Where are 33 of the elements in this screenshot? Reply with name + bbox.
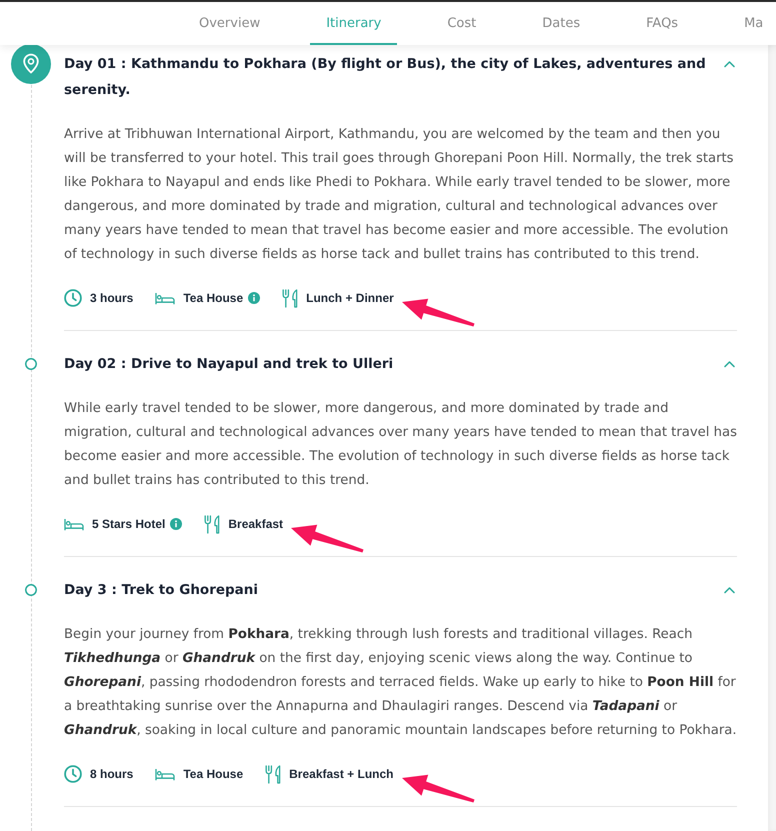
nav-tab[interactable]: Itinerary	[310, 2, 398, 45]
day-description: Begin your journey from Pokhara, trekking through lush forests and traditional villages. Reach Tikhedhunga or Ghandruk on the first day, enjoying scenic views along the way. Continue to Ghorepani, passing rhododendron forests and terraced fields. Wake up early to hike to Poon Hill for a breathtaking sunrise over the Annapurna and Dhaulagiri ranges. Descend via Tadapani or Ghandruk, soaking in local culture and panoramic mountain landscapes before returning to Pokhara.	[64, 626, 737, 740]
nav-tab[interactable]: Overview	[183, 2, 276, 45]
fork-knife-icon	[204, 514, 220, 534]
nav-tab[interactable]: Ma	[728, 2, 776, 45]
day-title: Day 02 : Drive to Nayapul and trek to Ulleri	[64, 355, 394, 374]
chevron-up-icon	[724, 60, 734, 68]
duration-label: 3 hours	[90, 291, 134, 305]
bed-icon	[155, 292, 176, 304]
bed-icon	[64, 518, 84, 530]
meals-label: Breakfast	[228, 517, 284, 531]
fork-knife-icon	[265, 764, 282, 784]
bed-icon	[155, 768, 176, 780]
clock-icon	[64, 289, 82, 307]
lodging-label: 5 Stars Hotel	[92, 517, 166, 531]
meals-label: Breakfast + Lunch	[289, 767, 394, 781]
nav-tab[interactable]: FAQs	[630, 2, 694, 45]
nav-tab[interactable]: Cost	[431, 2, 492, 45]
info-icon[interactable]	[170, 518, 182, 530]
day-title: Day 01 : Kathmandu to Pokhara (By flight or Bus), the city of Lakes, adventures and serenity.	[64, 55, 707, 100]
clock-icon	[64, 765, 82, 783]
chevron-up-icon	[724, 586, 734, 594]
day-description: Arrive at Tribhuwan International Airport, Kathmandu, you are welcomed by the team and then you will be transferred to your hotel. This trail goes through Ghorepani Poon Hill. Normally, the trek starts like Pokhara to Nayapul and ends like Phedi to Pokhara. While early travel tended to be slower, more dangerous, and more dominated by trade and migration, cultural and technological advances over many years have tended to mean that travel has become easier and more accessible. The evolution of technology in such diverse fields as horse tack and bullet trains has contributed to this trend.	[64, 126, 735, 264]
fork-knife-icon	[282, 288, 298, 308]
day-description: While early travel tended to be slower, more dangerous, and more dominated by trade and migration, cultural and technological advances over many years have tended to mean that travel has become easier and more accessible. The evolution of technology in such diverse fields as horse tack and bullet trains has contributed to this trend.	[64, 400, 737, 490]
lodging-label: Tea House	[183, 767, 244, 781]
nav-tab[interactable]: Dates	[526, 2, 596, 45]
duration-label: 8 hours	[90, 767, 134, 781]
meals-label: Lunch + Dinner	[306, 291, 394, 305]
info-icon[interactable]	[248, 292, 260, 304]
day-title: Day 3 : Trek to Ghorepani	[64, 581, 260, 600]
chevron-up-icon	[724, 360, 734, 368]
lodging-label: Tea House	[183, 291, 244, 305]
